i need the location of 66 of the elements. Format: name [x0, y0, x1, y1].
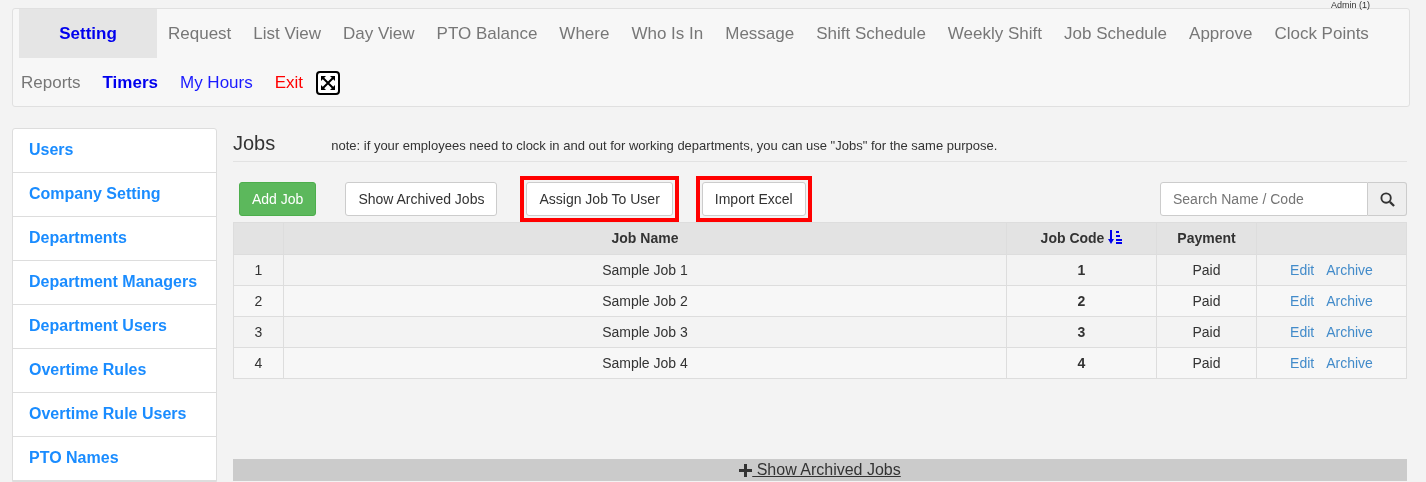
nav-tab[interactable]: Clock Points — [1263, 9, 1380, 58]
table-cell: Sample Job 4 — [283, 347, 1007, 379]
sidebar-item[interactable]: Departments — [13, 217, 216, 261]
nav-tab[interactable]: Setting — [19, 9, 157, 58]
table-cell: 4 — [233, 347, 284, 379]
page-title: Jobs — [233, 131, 276, 156]
column-header: Job Code — [1006, 222, 1157, 255]
nav-link[interactable]: Exit — [263, 58, 315, 107]
table-cell: Sample Job 1 — [283, 254, 1007, 286]
action-link[interactable]: Edit — [1290, 323, 1315, 340]
nav-link[interactable]: Timers — [91, 58, 169, 107]
user-label: Admin (1) — [1331, 0, 1370, 10]
table-cell: 3 — [233, 316, 284, 348]
action-link[interactable]: Edit — [1290, 292, 1315, 309]
table-cell: Sample Job 3 — [283, 316, 1007, 348]
nav-tab[interactable]: Approve — [1178, 9, 1264, 58]
fullscreen-icon[interactable] — [316, 70, 341, 95]
action-link[interactable]: Archive — [1326, 354, 1373, 371]
column-header: Payment — [1156, 222, 1257, 255]
nav-tab[interactable]: Message — [714, 9, 806, 58]
nav-tab[interactable]: Request — [157, 9, 243, 58]
show-archived-link[interactable]: Show Archived Jobs — [739, 458, 901, 482]
table-cell: 1 — [1006, 254, 1157, 286]
search-field[interactable]: Search Name / Code — [1160, 182, 1368, 216]
table-cell: Paid — [1156, 285, 1257, 317]
table-cell: 4 — [1006, 347, 1157, 379]
toolbar-button[interactable]: Import Excel — [701, 182, 806, 216]
table-cell: Paid — [1156, 316, 1257, 348]
table-cell: 2 — [1006, 285, 1157, 317]
action-link[interactable]: Archive — [1326, 292, 1373, 309]
sidebar-item[interactable]: PTO Names — [13, 437, 216, 481]
nav-link[interactable]: Reports — [13, 58, 92, 107]
action-link[interactable]: Edit — [1290, 354, 1315, 371]
sidebar-item[interactable]: Users — [13, 129, 216, 173]
table-cell: 3 — [1006, 316, 1157, 348]
action-link[interactable]: Archive — [1326, 323, 1373, 340]
nav-tab[interactable]: PTO Balance — [425, 9, 549, 58]
note-text: note: if your employees need to clock in and out for working departments, you can use "Jobs" for the same purpose. — [331, 137, 998, 155]
toolbar-button[interactable]: Show Archived Jobs — [345, 182, 498, 216]
nav-tab[interactable]: Weekly Shift — [936, 9, 1054, 58]
table-cell: Paid — [1156, 347, 1257, 379]
sidebar-item[interactable]: Department Managers — [13, 261, 216, 305]
toolbar-button[interactable]: Add Job — [239, 182, 317, 216]
search-button[interactable] — [1368, 182, 1407, 216]
sidebar-item[interactable]: Overtime Rules — [13, 349, 216, 393]
search-icon — [1379, 191, 1395, 207]
nav-tab[interactable]: Job Schedule — [1053, 9, 1179, 58]
toolbar-button[interactable]: Assign Job To User — [526, 182, 673, 216]
sidebar-item[interactable]: Overtime Rule Users — [13, 393, 216, 437]
action-link[interactable]: Archive — [1326, 261, 1373, 278]
column-header: Job Name — [283, 222, 1007, 255]
action-link[interactable]: Edit — [1290, 261, 1315, 278]
sort-icon[interactable] — [1108, 230, 1123, 244]
nav-tab[interactable]: Shift Schedule — [805, 9, 937, 58]
table-cell: 2 — [233, 285, 284, 317]
table-cell: Sample Job 2 — [283, 285, 1007, 317]
plus-icon — [739, 463, 753, 477]
nav-tab[interactable]: List View — [242, 9, 333, 58]
table-cell: Paid — [1156, 254, 1257, 286]
nav-tab[interactable]: Who Is In — [620, 9, 715, 58]
sidebar-item[interactable]: Company Setting — [13, 173, 216, 217]
nav-link[interactable]: My Hours — [169, 58, 264, 107]
table-cell: 1 — [233, 254, 284, 286]
nav-tab[interactable]: Day View — [332, 9, 426, 58]
sidebar-item[interactable]: Department Users — [13, 305, 216, 349]
nav-tab[interactable]: Where — [548, 9, 621, 58]
